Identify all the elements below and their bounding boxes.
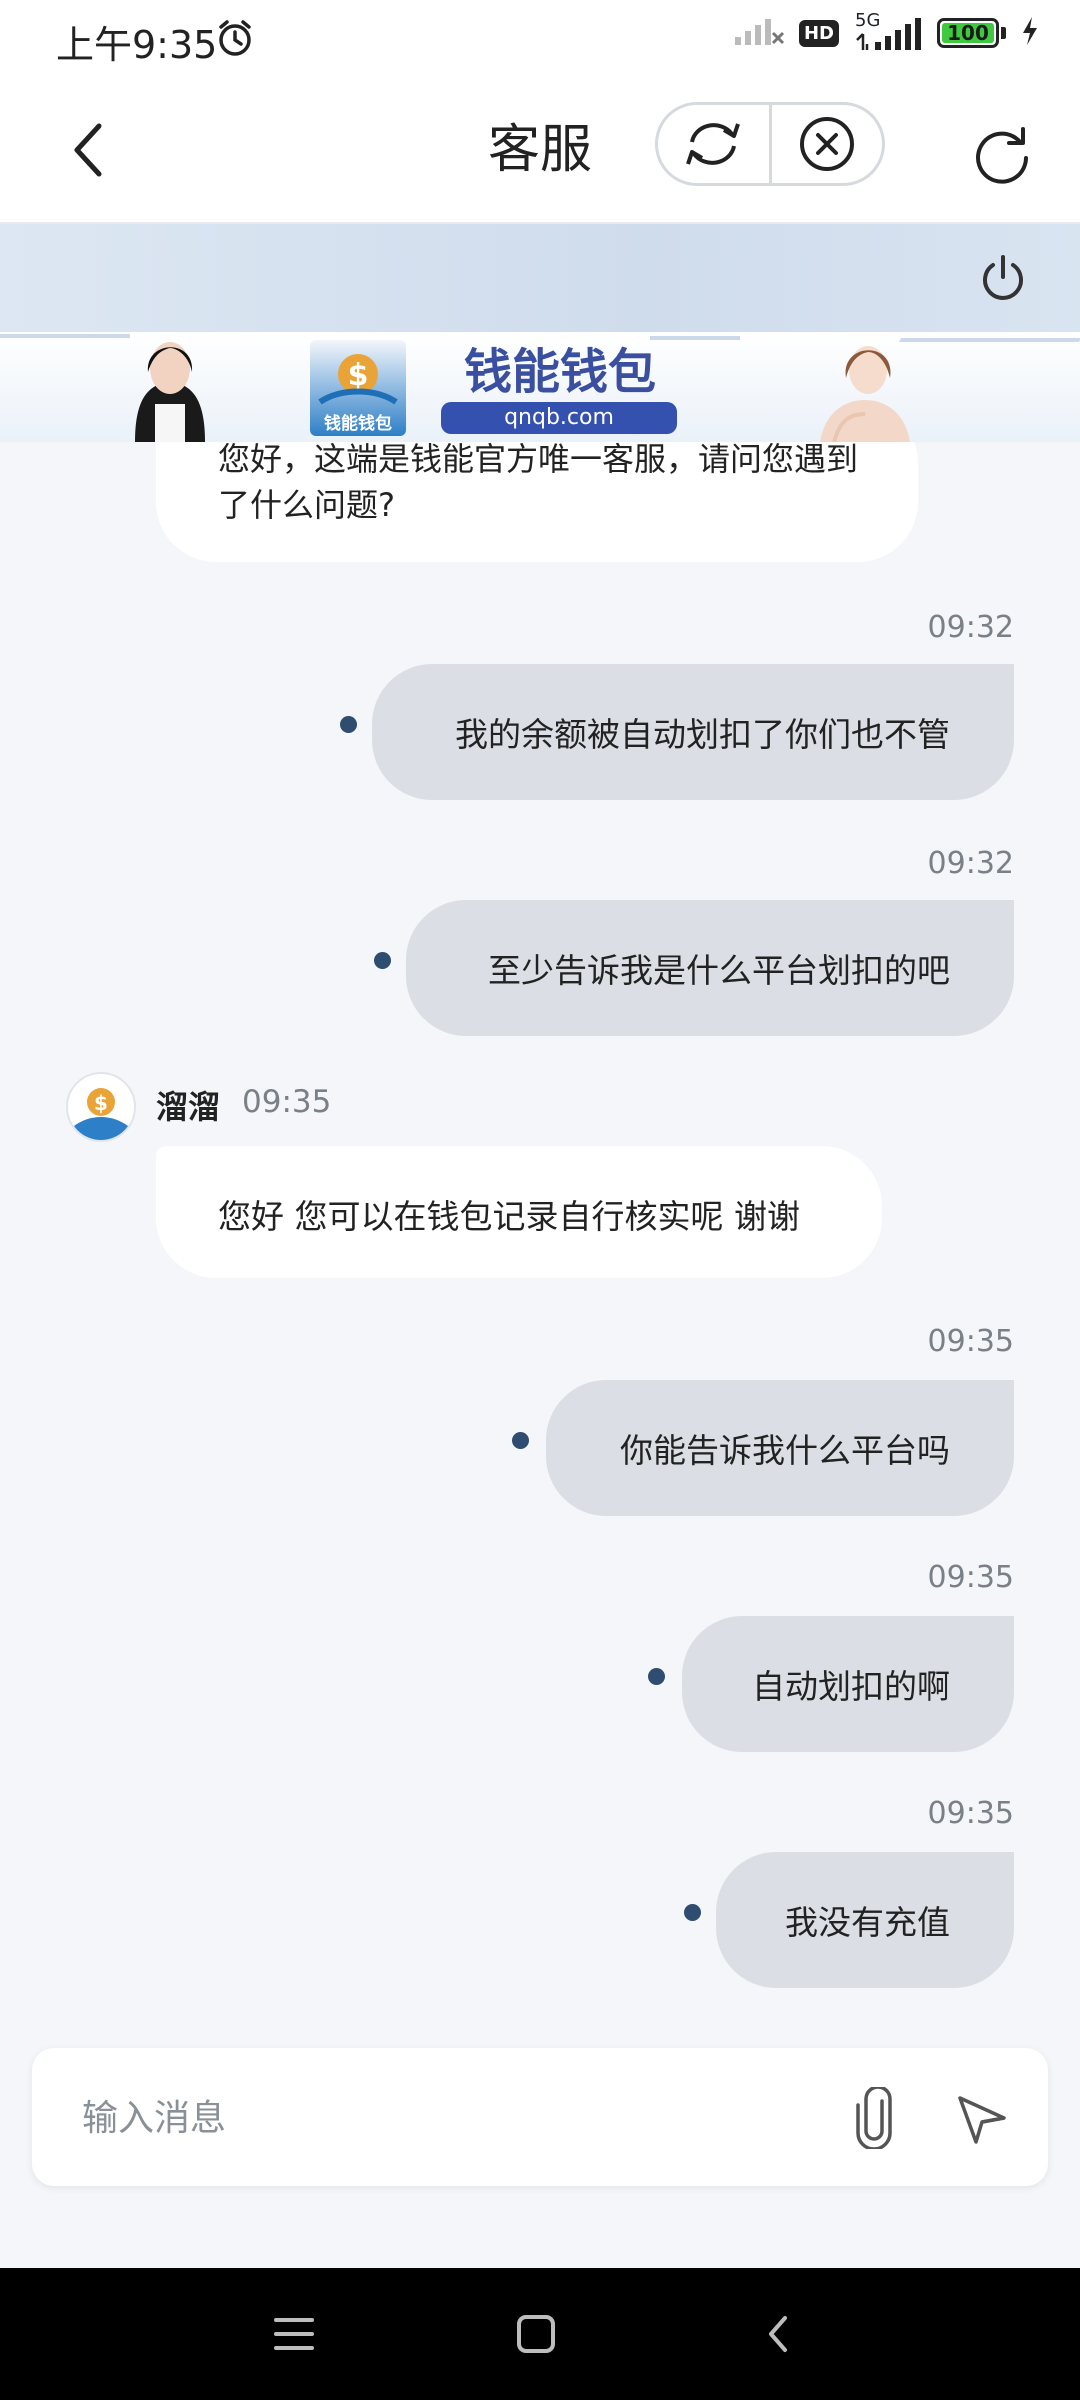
banner-stripe [0, 334, 130, 338]
message-composer [32, 2048, 1048, 2188]
user-message-bubble: 至少告诉我是什么平台划扣的吧 [406, 900, 1014, 1036]
ad-banner[interactable]: $ 钱能钱包 钱能钱包 qnqb.com [0, 332, 1080, 442]
page-title: 客服 [487, 120, 592, 180]
power-button[interactable] [970, 246, 1036, 312]
hd-badge: HD [798, 19, 839, 47]
message-time: 09:35 [927, 1324, 1014, 1359]
agent-message-bubble: 您好 您可以在钱包记录自行核实呢 谢谢 [156, 1146, 882, 1278]
unread-dot [340, 716, 357, 733]
weak-signal-icon [733, 15, 785, 51]
user-message-bubble: 我的余额被自动划扣了你们也不管 [372, 664, 1014, 800]
home-button[interactable] [500, 2298, 572, 2370]
alarm-icon [215, 18, 255, 62]
unread-dot [648, 1668, 665, 1685]
status-bar: 上午9:35 HD 5G 100 [0, 0, 1080, 80]
unread-dot [512, 1432, 529, 1449]
user-message-bubble: 你能告诉我什么平台吗 [546, 1380, 1014, 1516]
back-icon [74, 123, 102, 177]
banner-url: qnqb.com [441, 402, 677, 434]
user-message-text: 自动划扣的啊 [752, 1667, 950, 1706]
user-message-text: 我没有充值 [785, 1903, 950, 1942]
logo-text: 钱能钱包 [324, 414, 392, 434]
user-message-text: 至少告诉我是什么平台划扣的吧 [488, 951, 950, 990]
dollar-icon: $ [74, 1088, 128, 1140]
banner-strip [0, 224, 1080, 332]
unread-dot [684, 1904, 701, 1921]
message-time: 09:35 [927, 1796, 1014, 1831]
svg-text:$: $ [94, 1091, 108, 1115]
message-time: 09:35 [927, 1560, 1014, 1595]
charging-icon [1020, 15, 1040, 51]
wallet-logo: $ 钱能钱包 [310, 340, 406, 436]
message-time: 09:32 [927, 610, 1014, 645]
agent-avatar[interactable]: $ [66, 1072, 136, 1142]
agent-message-bubble: 您好，这端是钱能官方唯一客服，请问您遇到了什么问题? [156, 442, 918, 562]
battery-tip [1001, 27, 1006, 39]
chat-area[interactable]: 您好，这端是钱能官方唯一客服，请问您遇到了什么问题? 09:32 我的余额被自动… [0, 442, 1080, 2040]
signal-icon: 5G [853, 10, 923, 52]
status-time: 上午9:35 [56, 23, 218, 67]
send-icon [958, 2096, 1006, 2144]
attach-button[interactable] [838, 2082, 910, 2154]
back-nav-icon [769, 2316, 787, 2352]
agent-message-text: 您好，这端是钱能官方唯一客服，请问您遇到了什么问题? [218, 442, 859, 524]
paperclip-icon [856, 2087, 892, 2149]
sync-button[interactable] [658, 105, 769, 183]
message-input[interactable] [80, 2048, 804, 2188]
svg-text:$: $ [348, 358, 369, 393]
sync-icon [686, 123, 741, 165]
power-icon [983, 255, 1023, 300]
menu-icon [274, 2318, 314, 2350]
close-circle-icon [799, 117, 854, 171]
battery-level: 100 [947, 21, 989, 45]
mini-program-capsule [655, 102, 885, 186]
refresh-icon [976, 127, 1028, 184]
nav-back-button[interactable] [742, 2298, 814, 2370]
home-icon [517, 2315, 555, 2353]
close-button[interactable] [772, 105, 883, 183]
user-message-text: 我的余额被自动划扣了你们也不管 [455, 715, 950, 754]
menu-button[interactable] [258, 2298, 330, 2370]
user-message-bubble: 自动划扣的啊 [682, 1616, 1014, 1752]
model-left-image [135, 342, 205, 442]
banner-title: 钱能钱包 [463, 344, 656, 400]
header-bar: 客服 [0, 80, 1080, 224]
refresh-button[interactable] [964, 116, 1040, 192]
agent-message-text: 您好 您可以在钱包记录自行核实呢 谢谢 [218, 1197, 800, 1236]
banner-stripe [898, 338, 1080, 342]
unread-dot [374, 952, 391, 969]
agent-name: 溜溜 [156, 1088, 221, 1126]
user-message-bubble: 我没有充值 [716, 1852, 1014, 1988]
send-button[interactable] [946, 2082, 1018, 2154]
message-time: 09:32 [927, 846, 1014, 881]
system-nav-bar [0, 2268, 1080, 2400]
user-message-text: 你能告诉我什么平台吗 [620, 1431, 950, 1470]
dollar-icon: $ [318, 354, 398, 405]
back-button[interactable] [50, 110, 130, 190]
agent-time: 09:35 [242, 1084, 332, 1120]
model-right-image [820, 346, 910, 442]
battery-indicator: 100 [937, 18, 999, 48]
